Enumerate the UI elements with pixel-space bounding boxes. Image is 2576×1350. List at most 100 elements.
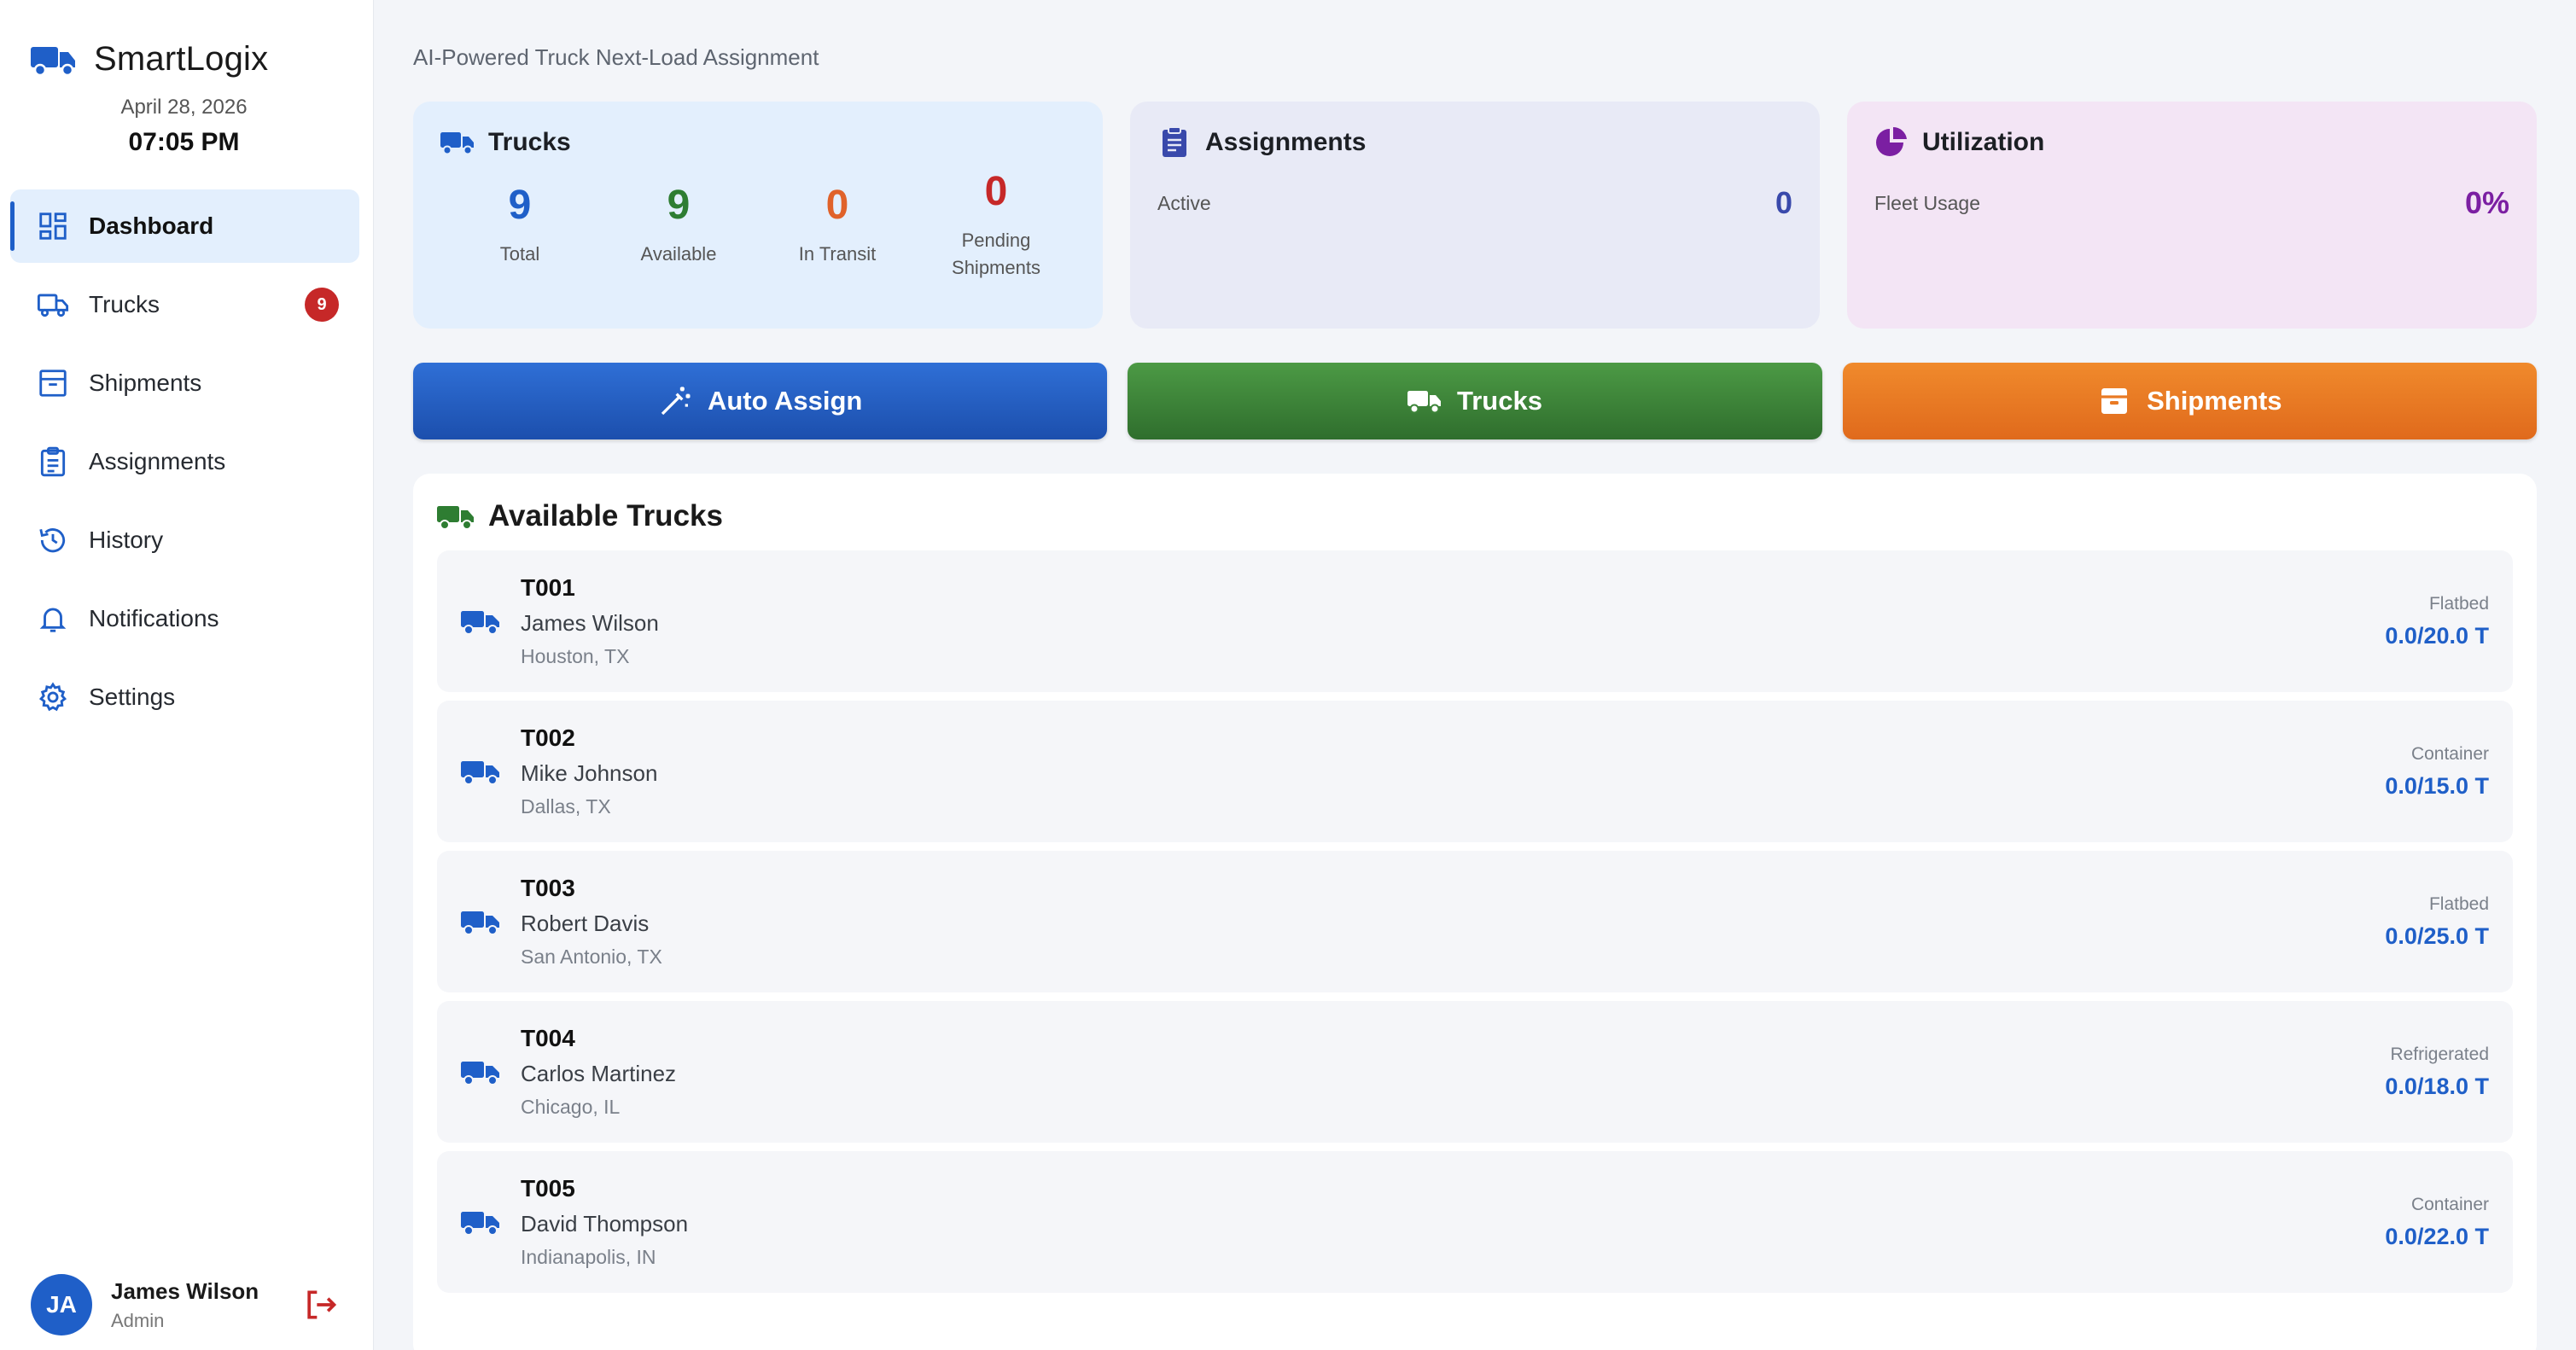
- truck-driver: Robert Davis: [521, 911, 650, 936]
- app-root: SmartLogix April 28, 2026 07:05 PM Dashb…: [0, 0, 2576, 1350]
- sidebar-item-dashboard[interactable]: Dashboard: [10, 189, 359, 263]
- stat-label: In Transit: [798, 243, 877, 265]
- shipments-button[interactable]: Shipments: [1842, 363, 2537, 439]
- brand[interactable]: SmartLogix: [0, 0, 373, 85]
- history-icon: [36, 523, 70, 557]
- stat-label: Available: [640, 243, 717, 265]
- current-date: April 28, 2026: [120, 96, 248, 119]
- stat-label: Fleet Usage: [1874, 191, 1981, 214]
- button-label: Shipments: [2147, 386, 2282, 416]
- card-header: Trucks: [440, 127, 1075, 158]
- truck-driver: James Wilson: [521, 610, 659, 636]
- action-buttons: Auto Assign Trucks Shipments: [413, 363, 2537, 439]
- assignments-active: Active 0: [1157, 185, 1792, 221]
- card-header: Assignments: [1157, 127, 1792, 158]
- sidebar-item-label: Notifications: [89, 605, 219, 631]
- truck-location: Indianapolis, IN: [521, 1246, 656, 1268]
- truck-location: Houston, TX: [521, 645, 630, 667]
- sidebar-item-history[interactable]: History: [10, 503, 359, 577]
- truck-info: T005 David Thompson Indianapolis, IN: [521, 1175, 2385, 1269]
- truck-info: T004 Carlos Martinez Chicago, IL: [521, 1025, 2385, 1119]
- sidebar-item-notifications[interactable]: Notifications: [10, 582, 359, 655]
- truck-location: San Antonio, TX: [521, 946, 662, 968]
- archive-icon: [2101, 388, 2128, 414]
- page-subtitle: AI-Powered Truck Next-Load Assignment: [413, 44, 819, 70]
- truck-icon: [1407, 391, 1442, 414]
- logout-button[interactable]: [300, 1284, 341, 1325]
- truck-capacity-info: Flatbed 0.0/20.0 T: [2385, 594, 2489, 649]
- truck-capacity: 0.0/20.0 T: [2385, 622, 2489, 649]
- truck-capacity-info: Refrigerated 0.0/18.0 T: [2385, 1045, 2489, 1100]
- truck-id: T002: [521, 724, 575, 751]
- trucks-button[interactable]: Trucks: [1128, 363, 1822, 439]
- truck-row-t003[interactable]: T003 Robert Davis San Antonio, TX Flatbe…: [437, 851, 2513, 992]
- stat-value: 0: [1775, 185, 1792, 220]
- fleet-usage: Fleet Usage 0%: [1874, 185, 2509, 221]
- clipboard-icon: [1163, 127, 1186, 157]
- truck-row-t002[interactable]: T002 Mike Johnson Dallas, TX Container 0…: [437, 701, 2513, 842]
- truck-icon: [461, 1055, 502, 1089]
- truck-info: T002 Mike Johnson Dallas, TX: [521, 724, 2385, 818]
- sidebar-item-label: History: [89, 527, 164, 553]
- sidebar-item-label: Dashboard: [89, 212, 214, 239]
- truck-list: T001 James Wilson Houston, TX Flatbed 0.…: [437, 550, 2513, 1293]
- main-content: AI-Powered Truck Next-Load Assignment Tr…: [374, 0, 2576, 1350]
- sidebar-item-shipments[interactable]: Shipments: [10, 346, 359, 420]
- sidebar-item-label: Settings: [89, 684, 176, 710]
- user-name: James Wilson: [111, 1277, 259, 1304]
- truck-type: Container: [2410, 1194, 2489, 1214]
- truck-capacity: 0.0/22.0 T: [2385, 1223, 2489, 1249]
- user-info: James Wilson Admin: [111, 1278, 300, 1332]
- truck-row-t004[interactable]: T004 Carlos Martinez Chicago, IL Refrige…: [437, 1001, 2513, 1143]
- button-label: Trucks: [1457, 386, 1542, 416]
- archive-icon: [36, 366, 70, 400]
- truck-capacity: 0.0/15.0 T: [2385, 772, 2489, 799]
- user-profile: JA James Wilson Admin: [31, 1266, 353, 1343]
- stat-value: 9: [667, 183, 691, 228]
- truck-driver: Carlos Martinez: [521, 1061, 677, 1086]
- truck-id: T004: [521, 1025, 575, 1051]
- truck-info: T001 James Wilson Houston, TX: [521, 574, 2385, 668]
- sidebar-item-assignments[interactable]: Assignments: [10, 425, 359, 498]
- truck-id: T005: [521, 1175, 575, 1202]
- truck-icon: [461, 604, 502, 638]
- truck-logo-icon: [31, 47, 75, 76]
- datetime: April 28, 2026 07:05 PM: [0, 96, 373, 157]
- truck-capacity: 0.0/18.0 T: [2385, 1073, 2489, 1099]
- sidebar: SmartLogix April 28, 2026 07:05 PM Dashb…: [0, 0, 374, 1350]
- truck-driver: David Thompson: [521, 1211, 689, 1237]
- truck-id: T003: [521, 875, 575, 901]
- avatar[interactable]: JA: [31, 1274, 92, 1335]
- stat-total: 9 Total: [440, 182, 599, 282]
- card-title: Utilization: [1922, 128, 2045, 156]
- panel-header: Available Trucks: [437, 499, 2513, 533]
- truck-location: Dallas, TX: [521, 795, 611, 818]
- truck-icon: [437, 506, 474, 530]
- truck-icon: [440, 132, 474, 155]
- panel-title: Available Trucks: [488, 499, 723, 532]
- clipboard-icon: [36, 445, 70, 479]
- stat-available: 9 Available: [599, 182, 758, 282]
- truck-id: T001: [521, 574, 575, 601]
- sidebar-item-label: Assignments: [89, 448, 226, 474]
- user-role: Admin: [111, 1309, 165, 1331]
- stat-label: Total: [499, 243, 540, 265]
- stat-pending-shipments: 0 Pending Shipments: [917, 169, 1075, 282]
- truck-capacity-info: Container 0.0/22.0 T: [2385, 1195, 2489, 1250]
- trucks-count-badge: 9: [305, 288, 339, 322]
- dashboard-icon: [36, 209, 70, 243]
- utilization-stat-card: Utilization Fleet Usage 0%: [1847, 102, 2537, 329]
- truck-type: Container: [2410, 743, 2489, 764]
- truck-icon: [461, 1205, 502, 1239]
- truck-row-t005[interactable]: T005 David Thompson Indianapolis, IN Con…: [437, 1151, 2513, 1293]
- app-name: SmartLogix: [94, 39, 269, 78]
- stat-in-transit: 0 In Transit: [758, 182, 917, 282]
- current-time: 07:05 PM: [128, 128, 240, 156]
- truck-row-t001[interactable]: T001 James Wilson Houston, TX Flatbed 0.…: [437, 550, 2513, 692]
- stat-value: 9: [508, 183, 532, 228]
- sidebar-item-trucks[interactable]: Trucks 9: [10, 268, 359, 341]
- stat-value: 0: [825, 183, 849, 228]
- auto-assign-button[interactable]: Auto Assign: [413, 363, 1108, 439]
- truck-location: Chicago, IL: [521, 1096, 621, 1118]
- sidebar-item-settings[interactable]: Settings: [10, 660, 359, 734]
